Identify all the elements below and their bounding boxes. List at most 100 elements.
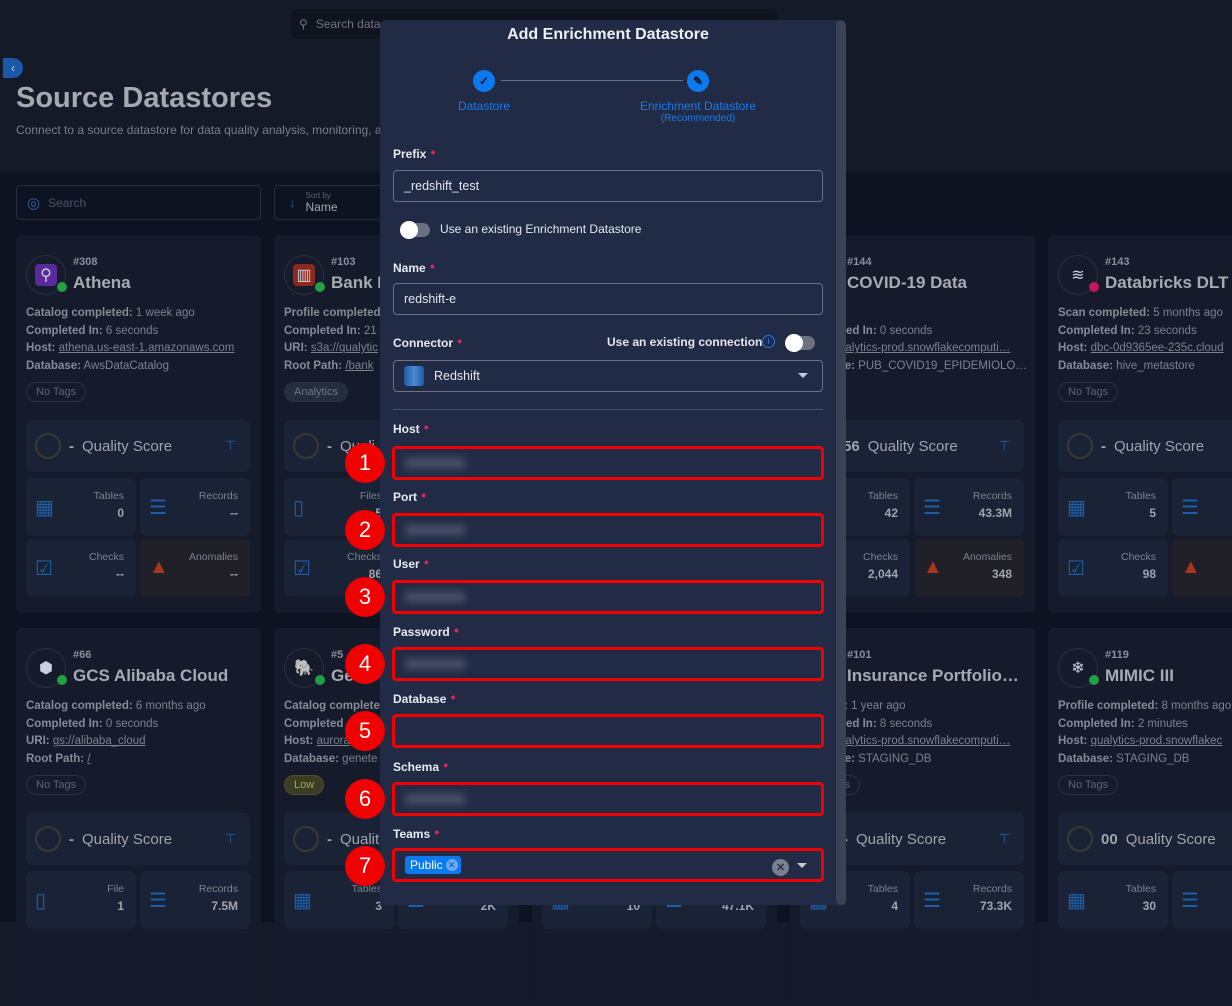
- detail-link[interactable]: gs://alibaba_cloud: [53, 735, 146, 747]
- datastore-details: Catalog completed: 1 week ago Completed I…: [26, 305, 234, 375]
- detail-link[interactable]: dbc-0d9365ee-235c.cloud: [1091, 342, 1224, 354]
- quality-score-box[interactable]: -Quality Score⊤: [26, 813, 250, 865]
- detail-label: Completed In:: [1058, 324, 1135, 337]
- tag-pill[interactable]: No Tags: [26, 382, 87, 402]
- tag-pill[interactable]: Analytics: [284, 382, 349, 402]
- snowflake-logo-icon: ❄: [1058, 648, 1099, 688]
- stat-value[interactable]: ☰: [1172, 871, 1232, 929]
- quality-score-box[interactable]: -Quality Score⊤: [1058, 420, 1232, 472]
- step-marker-3: 3: [345, 577, 385, 617]
- datastore-card[interactable]: ⬢ #66 GCS Alibaba Cloud Catalog completed: …: [16, 628, 261, 1006]
- stat-anomalies[interactable]: ▲ Anomalies --: [140, 539, 250, 597]
- detail-link[interactable]: qualytics-prod.snowflakec: [1091, 735, 1223, 747]
- detail-link[interactable]: /bank: [345, 360, 373, 372]
- clear-all-icon[interactable]: ✕: [772, 859, 789, 876]
- stat-records[interactable]: ☰ Records --: [140, 478, 250, 536]
- stat-an[interactable]: ▲An: [1172, 539, 1232, 597]
- stat-anomalies[interactable]: ▲ Anomalies 348: [914, 539, 1024, 597]
- stat-label: Checks: [1120, 551, 1156, 563]
- sort-dropdown[interactable]: ↓ Sort by Name: [274, 185, 394, 220]
- stat-value[interactable]: ☰: [1172, 478, 1232, 536]
- quality-score-box[interactable]: -Quality Score⊤: [26, 420, 250, 472]
- step-marker-5: 5: [345, 711, 385, 751]
- connector-select[interactable]: Redshift: [393, 360, 823, 392]
- collapse-sidebar-button[interactable]: ‹: [3, 58, 23, 78]
- stat-checks[interactable]: ☑ Checks 98: [1058, 539, 1168, 597]
- detail-link[interactable]: s3a://qualytic: [311, 342, 378, 354]
- detail-link[interactable]: qualytics-prod.snowflakecomputi…: [833, 342, 1011, 354]
- datastore-name[interactable]: Databricks DLT: [1105, 273, 1228, 293]
- tag-pill[interactable]: No Tags: [26, 775, 87, 795]
- schema-input[interactable]: [392, 782, 824, 816]
- quality-score-box[interactable]: 00Quality Score⊤: [1058, 813, 1232, 865]
- detail-link[interactable]: /: [87, 753, 90, 765]
- name-value: redshift-e: [404, 292, 457, 306]
- quality-score-value: 00: [1101, 830, 1118, 848]
- modal-scrollbar[interactable]: [836, 20, 846, 905]
- stat-checks[interactable]: ☑ Checks --: [26, 539, 136, 597]
- name-input[interactable]: redshift-e: [393, 283, 823, 315]
- tag-pill[interactable]: Low: [284, 775, 325, 795]
- hierarchy-icon[interactable]: ⊤: [225, 438, 236, 454]
- stat-label: Records: [972, 490, 1012, 502]
- datastore-card[interactable]: ≋ #143 Databricks DLT Scan completed: 5 mon…: [1048, 235, 1232, 613]
- score-ring-icon: [293, 826, 319, 852]
- snowflake-logo-glyph: ❄: [1071, 660, 1085, 677]
- stat-records[interactable]: ☰ Records 73.3K: [914, 871, 1024, 929]
- password-input[interactable]: [392, 647, 824, 681]
- datastore-name[interactable]: Athena: [73, 273, 131, 293]
- stat-records[interactable]: ☰ Records 7.5M: [140, 871, 250, 929]
- detail-link[interactable]: qualytics-prod.snowflakecomputi…: [833, 735, 1011, 747]
- use-existing-enrichment-toggle[interactable]: [400, 221, 430, 239]
- step-enrichment-sublabel: (Recommended): [660, 113, 736, 124]
- datastore-name[interactable]: COVID-19 Data: [847, 273, 967, 293]
- stat-label: Tables: [867, 883, 898, 895]
- prefix-input[interactable]: _redshift_test: [393, 170, 823, 202]
- host-input[interactable]: [392, 446, 824, 480]
- detail-label: URI:: [284, 342, 308, 354]
- hierarchy-icon[interactable]: ⊤: [999, 438, 1010, 454]
- step-marker-2: 2: [345, 510, 385, 550]
- datastore-name[interactable]: MIMIC III: [1105, 666, 1174, 686]
- stat-file[interactable]: ▯ File 1: [26, 871, 136, 929]
- tag-pill[interactable]: No Tags: [1058, 382, 1119, 402]
- detail-link[interactable]: athena.us-east-1.amazonaws.com: [59, 342, 235, 354]
- port-input[interactable]: [392, 513, 824, 547]
- redshift-logo-icon: [404, 366, 424, 386]
- table-icon: ▦: [1067, 497, 1086, 519]
- stat-records[interactable]: ☰ Records 43.3M: [914, 478, 1024, 536]
- datastore-name[interactable]: GCS Alibaba Cloud: [73, 666, 228, 686]
- datastore-card[interactable]: ⚲ #308 Athena Catalog completed: 1 week ago…: [16, 235, 261, 613]
- page-title: Source Datastores: [16, 82, 273, 114]
- step-datastore-check-icon[interactable]: ✓: [473, 70, 495, 92]
- datastore-name[interactable]: Insurance Portfolio…: [847, 666, 1019, 686]
- hierarchy-icon[interactable]: ⊤: [999, 831, 1010, 847]
- use-existing-connection-label: Use an existing connection: [607, 335, 763, 349]
- stat-value: 4: [891, 899, 898, 913]
- stat-tables[interactable]: ▦ Tables 5: [1058, 478, 1168, 536]
- detail-value: STAGING_DB: [858, 752, 932, 765]
- remove-chip-icon[interactable]: ✕: [445, 859, 458, 871]
- stat-value: 1: [117, 899, 124, 913]
- use-existing-connection-toggle[interactable]: [785, 334, 815, 352]
- stat-tables[interactable]: ▦ Tables 30: [1058, 871, 1168, 929]
- database-input[interactable]: [392, 714, 824, 748]
- checks-icon: ☑: [35, 558, 53, 580]
- alibaba-logo-glyph: ⬢: [39, 660, 53, 677]
- stat-value: --: [116, 567, 124, 581]
- step-enrichment-pencil-icon[interactable]: ✎: [687, 70, 709, 92]
- stat-tables[interactable]: ▦ Tables 0: [26, 478, 136, 536]
- info-icon[interactable]: i: [762, 335, 775, 348]
- score-ring-icon: [1067, 433, 1093, 459]
- datastore-card[interactable]: ❄ #119 MIMIC III Profile completed: 8 month…: [1048, 628, 1232, 1006]
- user-input[interactable]: [392, 580, 824, 614]
- tag-pill[interactable]: No Tags: [1058, 775, 1119, 795]
- teams-select[interactable]: Public ✕ ✕: [392, 848, 824, 882]
- datastore-search-input[interactable]: ◎ Search: [16, 185, 261, 220]
- detail-link[interactable]: aurora: [317, 735, 350, 747]
- required-dot: ●: [423, 557, 430, 567]
- hierarchy-icon[interactable]: ⊤: [225, 831, 236, 847]
- status-dot: [1089, 675, 1099, 685]
- postgres-logo-icon: 🐘: [284, 648, 325, 688]
- stat-value: 98: [1142, 567, 1156, 581]
